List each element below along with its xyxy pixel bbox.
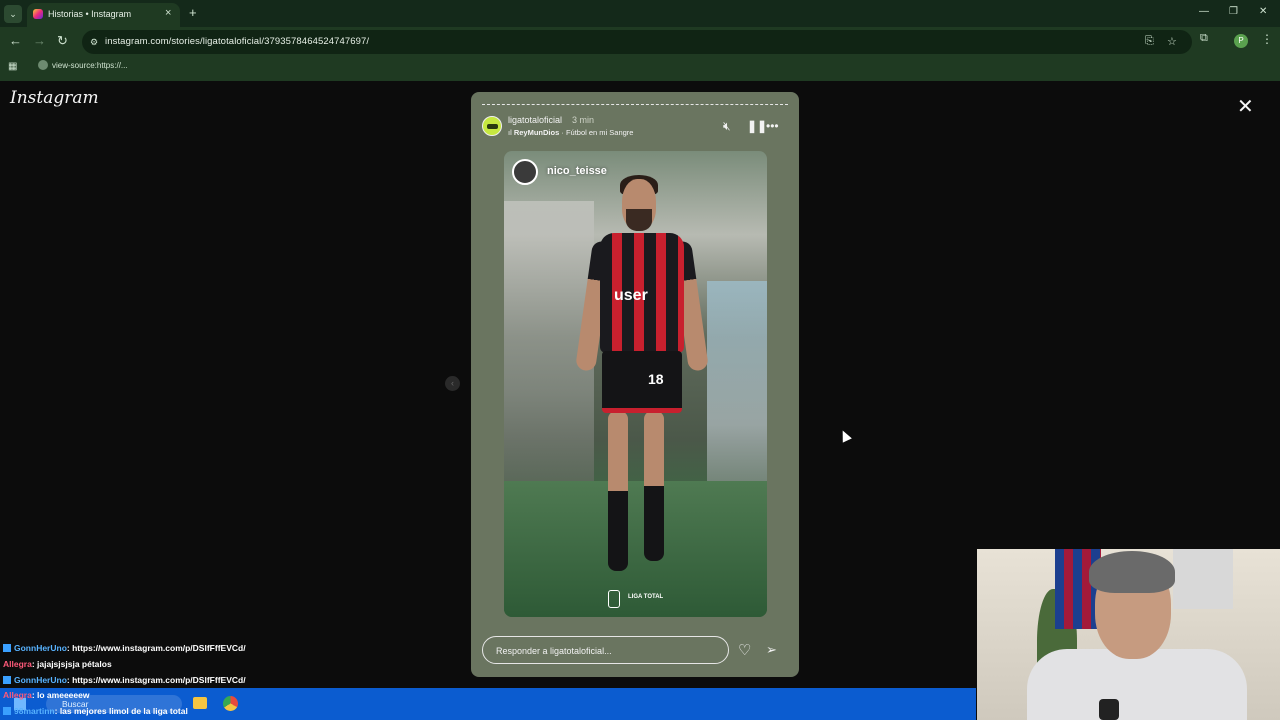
chat-user: Allegra [3, 659, 32, 669]
chat-message: : lo ameeeeew [31, 690, 90, 700]
minimize-icon[interactable]: — [1199, 6, 1209, 17]
browser-menu-icon[interactable]: ⋮ [1261, 32, 1273, 46]
url-text[interactable]: instagram.com/stories/ligatotaloficial/3… [105, 36, 369, 47]
jersey-number: 18 [648, 371, 664, 387]
microphone-icon [1099, 699, 1119, 720]
webcam-overlay [977, 549, 1280, 720]
profile-avatar[interactable]: P [1234, 34, 1248, 48]
bookmark-label: view-source:https://... [52, 61, 128, 70]
jersey-sponsor: user [614, 287, 648, 304]
wall-poster [1173, 549, 1233, 609]
pause-icon[interactable]: ❚❚ [747, 119, 767, 133]
forward-icon[interactable]: → [33, 33, 46, 48]
story-media[interactable]: user 18 nico_teisse LIGA TOTAL [504, 151, 767, 617]
back-icon[interactable]: ← [9, 33, 22, 48]
mouse-cursor-icon [838, 428, 852, 443]
tab-search-chevron-icon[interactable]: ⌄ [4, 5, 22, 23]
chat-user: GonnHerUno [14, 675, 67, 685]
chat-badge-icon [3, 707, 11, 715]
reply-placeholder: Responder a ligatotaloficial... [496, 646, 612, 656]
close-story-icon[interactable]: ✕ [1237, 94, 1254, 119]
address-bar[interactable]: ⚙ instagram.com/stories/ligatotaloficial… [82, 30, 1192, 54]
globe-icon [38, 60, 48, 70]
streamer-hair [1089, 551, 1175, 593]
more-options-icon[interactable]: ••• [766, 119, 779, 133]
story-avatar[interactable] [482, 116, 502, 136]
reply-input[interactable]: Responder a ligatotaloficial... [482, 636, 729, 664]
chat-line: 98martinn: las mejores limol de la liga … [3, 706, 188, 716]
share-send-icon[interactable]: ➢ [766, 642, 777, 658]
music-separator: · [559, 128, 566, 137]
player-figure: user 18 [575, 175, 709, 599]
window-close-icon[interactable]: ✕ [1259, 6, 1267, 17]
restore-icon[interactable]: ❐ [1229, 6, 1238, 17]
extensions-icon[interactable]: ⧉ [1200, 32, 1208, 45]
chat-user: 98martinn [14, 706, 55, 716]
tab-strip: ⌄ Historias • Instagram × + — ❐ ✕ [0, 0, 1280, 27]
player-beard [626, 209, 652, 231]
install-app-icon[interactable]: ⎘ [1145, 35, 1154, 48]
story-time: 3 min [572, 115, 595, 125]
chat-line: GonnHerUno: https://www.instagram.com/p/… [3, 643, 246, 653]
tab-close-icon[interactable]: × [165, 7, 171, 19]
previous-story-icon[interactable]: ‹ [445, 376, 460, 391]
new-tab-icon[interactable]: + [189, 5, 197, 20]
chat-badge-icon [3, 676, 11, 684]
toolbar: ← → ↻ ⚙ instagram.com/stories/ligatotalo… [0, 27, 1280, 56]
player-leg-right [644, 411, 664, 561]
apps-grid-icon[interactable]: ▦ [8, 61, 17, 72]
chat-message: : https://www.instagram.com/p/DSlfFffEVC… [66, 675, 246, 685]
instagram-logo[interactable]: Instagram [10, 88, 99, 108]
chat-line: GonnHerUno: https://www.instagram.com/p/… [3, 675, 246, 685]
chat-message: : las mejores limol de la liga total [54, 706, 188, 716]
chat-user: GonnHerUno [14, 643, 67, 653]
league-label: LIGA TOTAL [628, 594, 664, 600]
league-badge-icon [608, 590, 620, 608]
reload-icon[interactable]: ↻ [57, 33, 68, 49]
player-leg-left [608, 411, 628, 571]
mute-icon[interactable]: 🔇︎ [723, 119, 731, 134]
story-username[interactable]: ligatotaloficial [508, 115, 562, 125]
story-progress-bar [482, 104, 788, 106]
chat-line: Allegra: lo ameeeeew [3, 690, 89, 700]
chat-message: : jajajsjsjsja pétalos [31, 659, 112, 669]
browser-chrome: ⌄ Historias • Instagram × + — ❐ ✕ ← → ↻ … [0, 0, 1280, 81]
music-title: Fútbol en mi Sangre [565, 128, 634, 137]
chrome-icon[interactable] [223, 696, 238, 711]
mention-avatar[interactable] [512, 159, 538, 185]
streamer-body [1027, 649, 1247, 720]
chat-user: Allegra [3, 690, 32, 700]
chat-message: : https://www.instagram.com/p/DSlfFffEVC… [66, 643, 246, 653]
bookmark-item[interactable]: view-source:https://... [38, 60, 128, 70]
story-viewer[interactable]: ligatotaloficial 3 min ıl ReyMunDios · F… [471, 92, 799, 677]
like-heart-icon[interactable]: ♡ [738, 641, 751, 659]
tab-title: Historias • Instagram [48, 9, 132, 19]
chat-badge-icon [3, 644, 11, 652]
chat-line: Allegra: jajajsjsjsja pétalos [3, 659, 112, 669]
tab-active[interactable]: Historias • Instagram × [27, 3, 180, 27]
file-explorer-icon[interactable] [193, 697, 207, 709]
bookmarks-bar: ▦ view-source:https://... [0, 56, 1280, 78]
music-artist: ReyMunDios [513, 128, 560, 137]
site-info-icon[interactable]: ⚙ [87, 35, 101, 49]
player-shorts [602, 351, 682, 413]
mention-sticker[interactable]: nico_teisse [547, 165, 607, 177]
instagram-favicon-icon [33, 9, 43, 19]
bookmark-star-icon[interactable]: ☆ [1167, 35, 1177, 48]
story-music[interactable]: ıl ReyMunDios · Fútbol en mi Sangre [508, 128, 633, 137]
